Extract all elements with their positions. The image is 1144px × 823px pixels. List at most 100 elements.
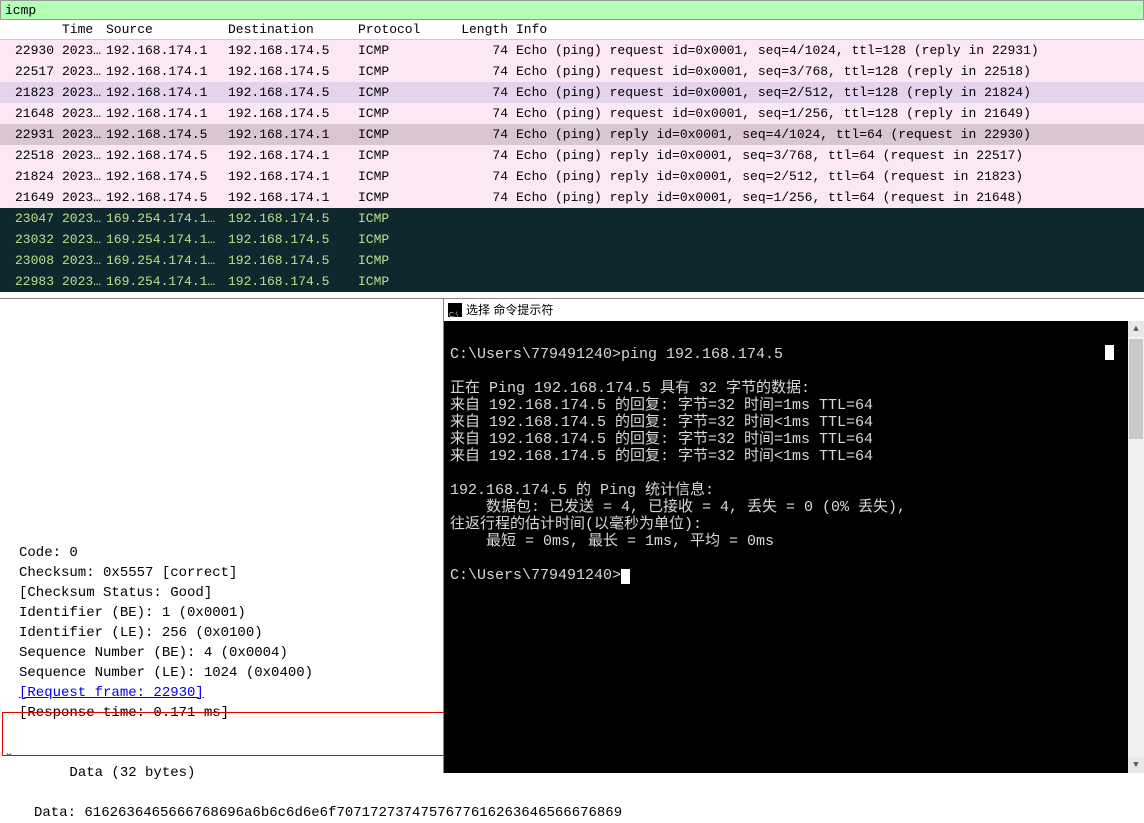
packet-info: Echo (ping) request id=0x0001, seq=3/768… — [512, 61, 1144, 82]
packet-destination: 192.168.174.5 — [224, 61, 354, 82]
packet-row[interactable]: 216492023…192.168.174.5192.168.174.1ICMP… — [0, 187, 1144, 208]
header-length[interactable]: Length — [452, 22, 512, 37]
header-time[interactable]: Time — [58, 22, 102, 37]
terminal-title-text: 选择 命令提示符 — [466, 299, 553, 321]
packet-detail-pane[interactable]: Code: 0 Checksum: 0x5557 [correct] [Chec… — [0, 299, 444, 773]
packet-protocol: ICMP — [354, 229, 452, 250]
packet-length: 74 — [452, 40, 512, 61]
packet-row[interactable]: 218232023…192.168.174.1192.168.174.5ICMP… — [0, 82, 1144, 103]
packet-row[interactable]: 218242023…192.168.174.5192.168.174.1ICMP… — [0, 166, 1144, 187]
detail-data-header[interactable]: ⌄ Data (32 bytes) — [4, 723, 439, 803]
terminal-cursor — [621, 569, 630, 584]
packet-info — [512, 271, 1144, 292]
display-filter-input[interactable] — [5, 3, 1139, 18]
detail-response-time[interactable]: [Response time: 0.171 ms] — [4, 703, 439, 723]
detail-checksum[interactable]: Checksum: 0x5557 [correct] — [4, 563, 439, 583]
packet-row[interactable]: 216482023…192.168.174.1192.168.174.5ICMP… — [0, 103, 1144, 124]
header-no[interactable] — [0, 22, 58, 37]
packet-protocol: ICMP — [354, 166, 452, 187]
packet-length: 74 — [452, 82, 512, 103]
detail-request-frame[interactable]: [Request frame: 22930] — [4, 683, 439, 703]
packet-protocol: ICMP — [354, 145, 452, 166]
packet-list-header: Time Source Destination Protocol Length … — [0, 20, 1144, 40]
terminal-scrollbar[interactable]: ▲ ▼ — [1128, 321, 1144, 773]
packet-time: 2023… — [58, 229, 102, 250]
packet-source: 192.168.174.1 — [102, 103, 224, 124]
packet-time: 2023… — [58, 40, 102, 61]
packet-no: 23047 — [0, 208, 58, 229]
scroll-down-arrow-icon[interactable]: ▼ — [1128, 757, 1144, 773]
packet-row[interactable]: 225172023…192.168.174.1192.168.174.5ICMP… — [0, 61, 1144, 82]
detail-data-hex[interactable]: Data: 6162636465666768696a6b6c6d6e6f7071… — [4, 803, 439, 823]
display-filter-bar[interactable] — [0, 0, 1144, 20]
packet-length: 74 — [452, 187, 512, 208]
detail-checksum-status[interactable]: [Checksum Status: Good] — [4, 583, 439, 603]
cmd-icon — [448, 303, 462, 317]
packet-row[interactable]: 229832023…169.254.174.1…192.168.174.5ICM… — [0, 271, 1144, 292]
packet-protocol: ICMP — [354, 61, 452, 82]
packet-destination: 192.168.174.5 — [224, 250, 354, 271]
packet-protocol: ICMP — [354, 271, 452, 292]
packet-length — [452, 271, 512, 292]
command-prompt-window[interactable]: 选择 命令提示符 C:\Users\779491240>ping 192.168… — [444, 299, 1144, 773]
detail-code[interactable]: Code: 0 — [4, 543, 439, 563]
scroll-thumb[interactable] — [1129, 339, 1143, 439]
packet-length — [452, 250, 512, 271]
packet-row[interactable]: 229312023…192.168.174.5192.168.174.1ICMP… — [0, 124, 1144, 145]
packet-no: 21824 — [0, 166, 58, 187]
packet-destination: 192.168.174.5 — [224, 271, 354, 292]
packet-source: 192.168.174.5 — [102, 145, 224, 166]
chevron-down-icon[interactable]: ⌄ — [4, 743, 14, 763]
packet-row[interactable]: 230082023…169.254.174.1…192.168.174.5ICM… — [0, 250, 1144, 271]
packet-source: 192.168.174.5 — [102, 124, 224, 145]
packet-time: 2023… — [58, 124, 102, 145]
packet-destination: 192.168.174.1 — [224, 145, 354, 166]
packet-destination: 192.168.174.5 — [224, 208, 354, 229]
packet-info: Echo (ping) reply id=0x0001, seq=3/768, … — [512, 145, 1144, 166]
packet-row[interactable]: 225182023…192.168.174.5192.168.174.1ICMP… — [0, 145, 1144, 166]
packet-source: 192.168.174.1 — [102, 61, 224, 82]
header-info[interactable]: Info — [512, 22, 1144, 37]
packet-destination: 192.168.174.1 — [224, 187, 354, 208]
packet-no: 23032 — [0, 229, 58, 250]
packet-no: 22518 — [0, 145, 58, 166]
packet-list[interactable]: 229302023…192.168.174.1192.168.174.5ICMP… — [0, 40, 1144, 298]
packet-length: 74 — [452, 166, 512, 187]
scroll-up-arrow-icon[interactable]: ▲ — [1128, 321, 1144, 337]
header-source[interactable]: Source — [102, 22, 224, 37]
packet-protocol: ICMP — [354, 103, 452, 124]
packet-time: 2023… — [58, 271, 102, 292]
packet-source: 169.254.174.1… — [102, 229, 224, 250]
terminal-titlebar[interactable]: 选择 命令提示符 — [444, 299, 1144, 321]
packet-row[interactable]: 229302023…192.168.174.1192.168.174.5ICMP… — [0, 40, 1144, 61]
header-protocol[interactable]: Protocol — [354, 22, 452, 37]
detail-seq-le[interactable]: Sequence Number (LE): 1024 (0x0400) — [4, 663, 439, 683]
packet-no: 22983 — [0, 271, 58, 292]
packet-info: Echo (ping) request id=0x0001, seq=4/102… — [512, 40, 1144, 61]
detail-id-be[interactable]: Identifier (BE): 1 (0x0001) — [4, 603, 439, 623]
packet-destination: 192.168.174.5 — [224, 82, 354, 103]
packet-no: 22931 — [0, 124, 58, 145]
packet-source: 192.168.174.1 — [102, 40, 224, 61]
packet-time: 2023… — [58, 82, 102, 103]
packet-source: 192.168.174.5 — [102, 187, 224, 208]
packet-source: 169.254.174.1… — [102, 208, 224, 229]
packet-length: 74 — [452, 61, 512, 82]
packet-length: 74 — [452, 103, 512, 124]
packet-info — [512, 250, 1144, 271]
packet-source: 169.254.174.1… — [102, 250, 224, 271]
detail-id-le[interactable]: Identifier (LE): 256 (0x0100) — [4, 623, 439, 643]
packet-row[interactable]: 230472023…169.254.174.1…192.168.174.5ICM… — [0, 208, 1144, 229]
packet-row[interactable]: 230322023…169.254.174.1…192.168.174.5ICM… — [0, 229, 1144, 250]
detail-seq-be[interactable]: Sequence Number (BE): 4 (0x0004) — [4, 643, 439, 663]
packet-destination: 192.168.174.1 — [224, 166, 354, 187]
packet-no: 21823 — [0, 82, 58, 103]
packet-time: 2023… — [58, 145, 102, 166]
packet-destination: 192.168.174.5 — [224, 229, 354, 250]
packet-destination: 192.168.174.5 — [224, 40, 354, 61]
packet-protocol: ICMP — [354, 187, 452, 208]
terminal-output[interactable]: C:\Users\779491240>ping 192.168.174.5 正在… — [444, 321, 1144, 592]
packet-info — [512, 208, 1144, 229]
packet-no: 21648 — [0, 103, 58, 124]
header-destination[interactable]: Destination — [224, 22, 354, 37]
